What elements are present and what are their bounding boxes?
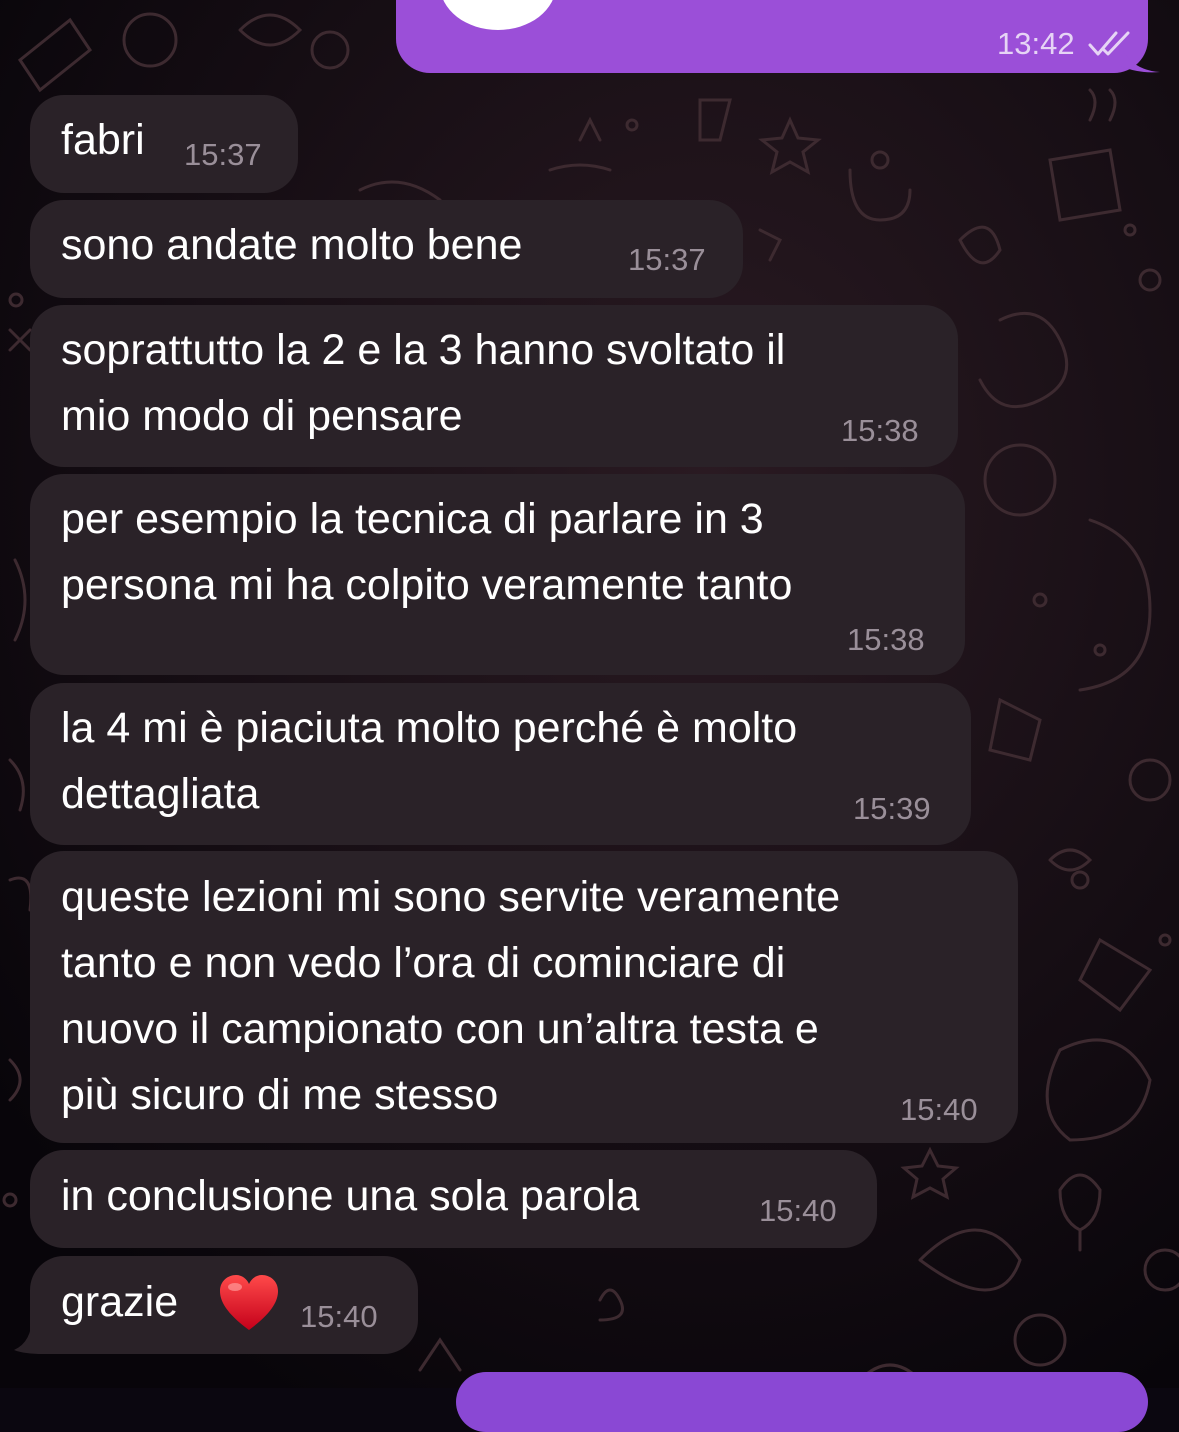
incoming-message-bubble[interactable]: la 4 mi è piaciuta molto perché è molto … (30, 683, 971, 845)
message-time: 15:40 (300, 1299, 378, 1334)
message-text: dettagliata (61, 770, 260, 818)
message-time: 15:37 (628, 242, 706, 277)
double-check-icon (1088, 31, 1130, 56)
message-text: fabri (61, 116, 145, 164)
message-text: più sicuro di me stesso (61, 1071, 499, 1119)
incoming-message-bubble[interactable]: per esempio la tecnica di parlare in 3 p… (30, 474, 965, 675)
message-text: in conclusione una sola parola (61, 1172, 640, 1220)
message-text: nuovo il campionato con un’altra testa e (61, 1005, 819, 1053)
message-text: per esempio la tecnica di parlare in 3 (61, 495, 764, 543)
message-text: grazie (61, 1278, 179, 1326)
message-time: 15:38 (847, 622, 925, 657)
message-text: tanto e non vedo l’ora di cominciare di (61, 939, 786, 987)
message-text: la 4 mi è piaciuta molto perché è molto (61, 704, 798, 752)
incoming-message-bubble[interactable]: sono andate molto bene 15:37 (30, 200, 743, 298)
outgoing-message-time: 13:42 (997, 26, 1075, 61)
message-text: persona mi ha colpito veramente tanto (61, 561, 793, 609)
outgoing-message-bubble[interactable] (456, 1372, 1148, 1432)
message-text: queste lezioni mi sono servite veramente (61, 873, 841, 921)
heart-icon (220, 1275, 278, 1330)
incoming-bubble-tail (14, 1316, 44, 1354)
message-text: sono andate molto bene (61, 221, 523, 269)
message-time: 15:40 (900, 1092, 978, 1127)
incoming-message-bubble[interactable]: queste lezioni mi sono servite veramente… (30, 851, 1018, 1143)
message-time: 15:38 (841, 413, 919, 448)
message-text: mio modo di pensare (61, 392, 463, 440)
message-time: 15:40 (759, 1193, 837, 1228)
incoming-message-bubble[interactable]: fabri 15:37 (30, 95, 298, 193)
message-time: 15:39 (853, 791, 931, 826)
message-text: soprattutto la 2 e la 3 hanno svoltato i… (61, 326, 786, 374)
message-time: 15:37 (184, 137, 262, 172)
incoming-message-bubble[interactable]: in conclusione una sola parola 15:40 (30, 1150, 877, 1248)
incoming-message-bubble[interactable]: soprattutto la 2 e la 3 hanno svoltato i… (30, 305, 958, 467)
